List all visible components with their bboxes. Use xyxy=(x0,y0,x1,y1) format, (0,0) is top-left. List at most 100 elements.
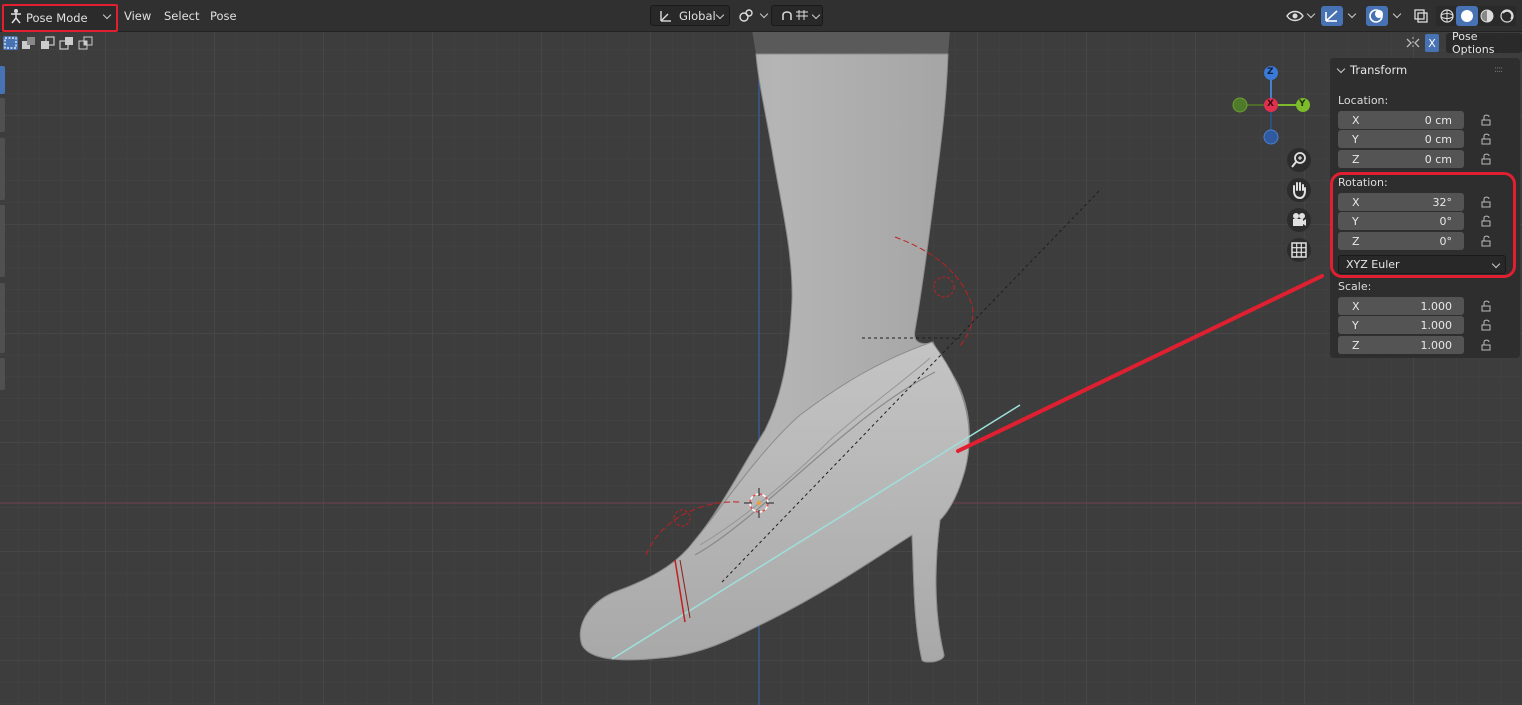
select-invert-mode[interactable] xyxy=(59,36,74,50)
pose-options-dropdown[interactable]: Pose Options xyxy=(1446,30,1522,56)
camera-view-button[interactable] xyxy=(1287,208,1311,232)
transform-panel-title[interactable]: Transform xyxy=(1350,63,1407,77)
location-x-field[interactable]: X 0 cm xyxy=(1338,111,1464,129)
toolbar-tab[interactable] xyxy=(0,358,5,390)
mode-label: Pose Mode xyxy=(26,11,88,25)
axis-label: Z xyxy=(1352,338,1360,352)
select-subtract-icon xyxy=(41,36,55,49)
transform-orientation-dropdown[interactable]: Global xyxy=(650,5,730,26)
axis-label: Y xyxy=(1352,132,1359,146)
field-value: 1.000 xyxy=(1420,318,1453,332)
gizmo-dropdown[interactable] xyxy=(1344,5,1358,26)
field-value: 0 cm xyxy=(1424,152,1452,166)
transform-orientation-icon xyxy=(660,10,671,22)
axis-label: Z xyxy=(1352,152,1360,166)
select-extend-mode[interactable] xyxy=(21,36,36,50)
shading-material-icon xyxy=(1480,9,1494,23)
overlay-toggle[interactable] xyxy=(1366,6,1388,26)
location-z-field[interactable]: Z 0 cm xyxy=(1338,150,1464,168)
shading-solid-icon xyxy=(1461,10,1473,22)
select-box-mode[interactable] xyxy=(3,36,18,50)
zoom-button[interactable] xyxy=(1287,148,1311,172)
camera-icon xyxy=(1293,213,1306,226)
snap-icon xyxy=(782,9,808,20)
shading-rendered-icon xyxy=(1500,9,1514,23)
zoom-icon xyxy=(1291,152,1306,168)
x-mirror-toggle[interactable]: X xyxy=(1425,34,1439,52)
toolbar-tab[interactable] xyxy=(0,283,5,353)
lock-icon[interactable] xyxy=(1481,215,1493,227)
chevron-down-icon xyxy=(1306,9,1316,19)
pan-button[interactable] xyxy=(1287,178,1311,202)
pivot-point-dropdown[interactable] xyxy=(737,5,769,26)
gizmo-y-label: Y xyxy=(1299,99,1306,109)
3d-viewport[interactable] xyxy=(0,0,1522,705)
scale-x-field[interactable]: X 1.000 xyxy=(1338,297,1464,315)
lock-icon[interactable] xyxy=(1481,133,1493,145)
hand-pan-icon xyxy=(1293,182,1306,200)
menu-pose[interactable]: Pose xyxy=(210,5,237,26)
grid-icon xyxy=(1291,242,1307,258)
symmetry-icon xyxy=(1406,37,1420,49)
toolbar-tab[interactable] xyxy=(0,205,5,277)
xray-toggle[interactable] xyxy=(1410,6,1432,26)
axis-label: Y xyxy=(1352,318,1359,332)
toolbar-tab[interactable] xyxy=(0,98,5,132)
xray-icon xyxy=(1414,9,1428,23)
menu-select[interactable]: Select xyxy=(164,5,199,26)
select-intersect-mode[interactable] xyxy=(78,36,93,50)
gizmo-icon xyxy=(1325,10,1338,22)
field-value: 1.000 xyxy=(1420,299,1453,313)
ortho-toggle-button[interactable] xyxy=(1287,238,1311,262)
shading-material-button[interactable] xyxy=(1476,6,1498,26)
select-invert-icon xyxy=(59,37,73,50)
select-intersect-icon xyxy=(78,36,93,50)
overlay-icon xyxy=(1369,9,1383,23)
scale-z-field[interactable]: Z 1.000 xyxy=(1338,336,1464,354)
overlay-dropdown[interactable] xyxy=(1389,5,1403,26)
shading-solid-button[interactable] xyxy=(1456,6,1478,26)
axis-label: X xyxy=(1352,299,1360,313)
lock-icon[interactable] xyxy=(1481,114,1493,126)
select-subtract-mode[interactable] xyxy=(40,36,55,50)
axis-label: X xyxy=(1352,113,1360,127)
shading-wireframe-button[interactable] xyxy=(1436,6,1458,26)
select-extend-icon xyxy=(22,37,35,49)
lock-icon[interactable] xyxy=(1481,153,1493,165)
gizmo-z-label: Z xyxy=(1267,67,1274,77)
orientation-label: Global xyxy=(679,8,716,23)
lock-icon[interactable] xyxy=(1481,319,1493,331)
chevron-down-icon xyxy=(759,9,769,19)
mode-selector[interactable]: Pose Mode xyxy=(2,4,118,32)
lock-icon[interactable] xyxy=(1481,339,1493,351)
lock-icon[interactable] xyxy=(1481,196,1493,208)
scale-y-field[interactable]: Y 1.000 xyxy=(1338,316,1464,334)
field-value: 0 cm xyxy=(1424,132,1452,146)
lock-icon[interactable] xyxy=(1481,300,1493,312)
chevron-down-icon xyxy=(715,10,725,20)
gizmo-toggle[interactable] xyxy=(1321,6,1343,26)
snap-toggle[interactable] xyxy=(771,5,823,26)
chevron-down-icon xyxy=(811,10,821,20)
location-y-field[interactable]: Y 0 cm xyxy=(1338,130,1464,148)
shading-wireframe-icon xyxy=(1440,9,1454,23)
chevron-down-icon xyxy=(1392,9,1402,19)
visibility-icon xyxy=(1286,10,1304,21)
location-label: Location: xyxy=(1338,94,1389,107)
pose-mode-icon xyxy=(11,9,21,24)
toolbar-tab[interactable] xyxy=(0,138,5,200)
menu-view[interactable]: View xyxy=(124,5,151,26)
visibility-dropdown[interactable] xyxy=(1286,5,1316,26)
drag-handle-icon[interactable]: :::: xyxy=(1494,65,1503,75)
leg-top-band xyxy=(752,30,950,54)
field-value: 1.000 xyxy=(1420,338,1453,352)
pivot-icon xyxy=(739,8,753,22)
gizmo-x-label: X xyxy=(1267,99,1274,109)
lock-icon[interactable] xyxy=(1481,235,1493,247)
toolbar-tab-active[interactable] xyxy=(0,66,5,94)
chevron-down-icon xyxy=(102,10,112,20)
select-box-icon xyxy=(4,37,17,49)
scale-label: Scale: xyxy=(1338,280,1372,293)
chevron-down-icon xyxy=(1347,9,1357,19)
shading-rendered-button[interactable] xyxy=(1496,6,1518,26)
